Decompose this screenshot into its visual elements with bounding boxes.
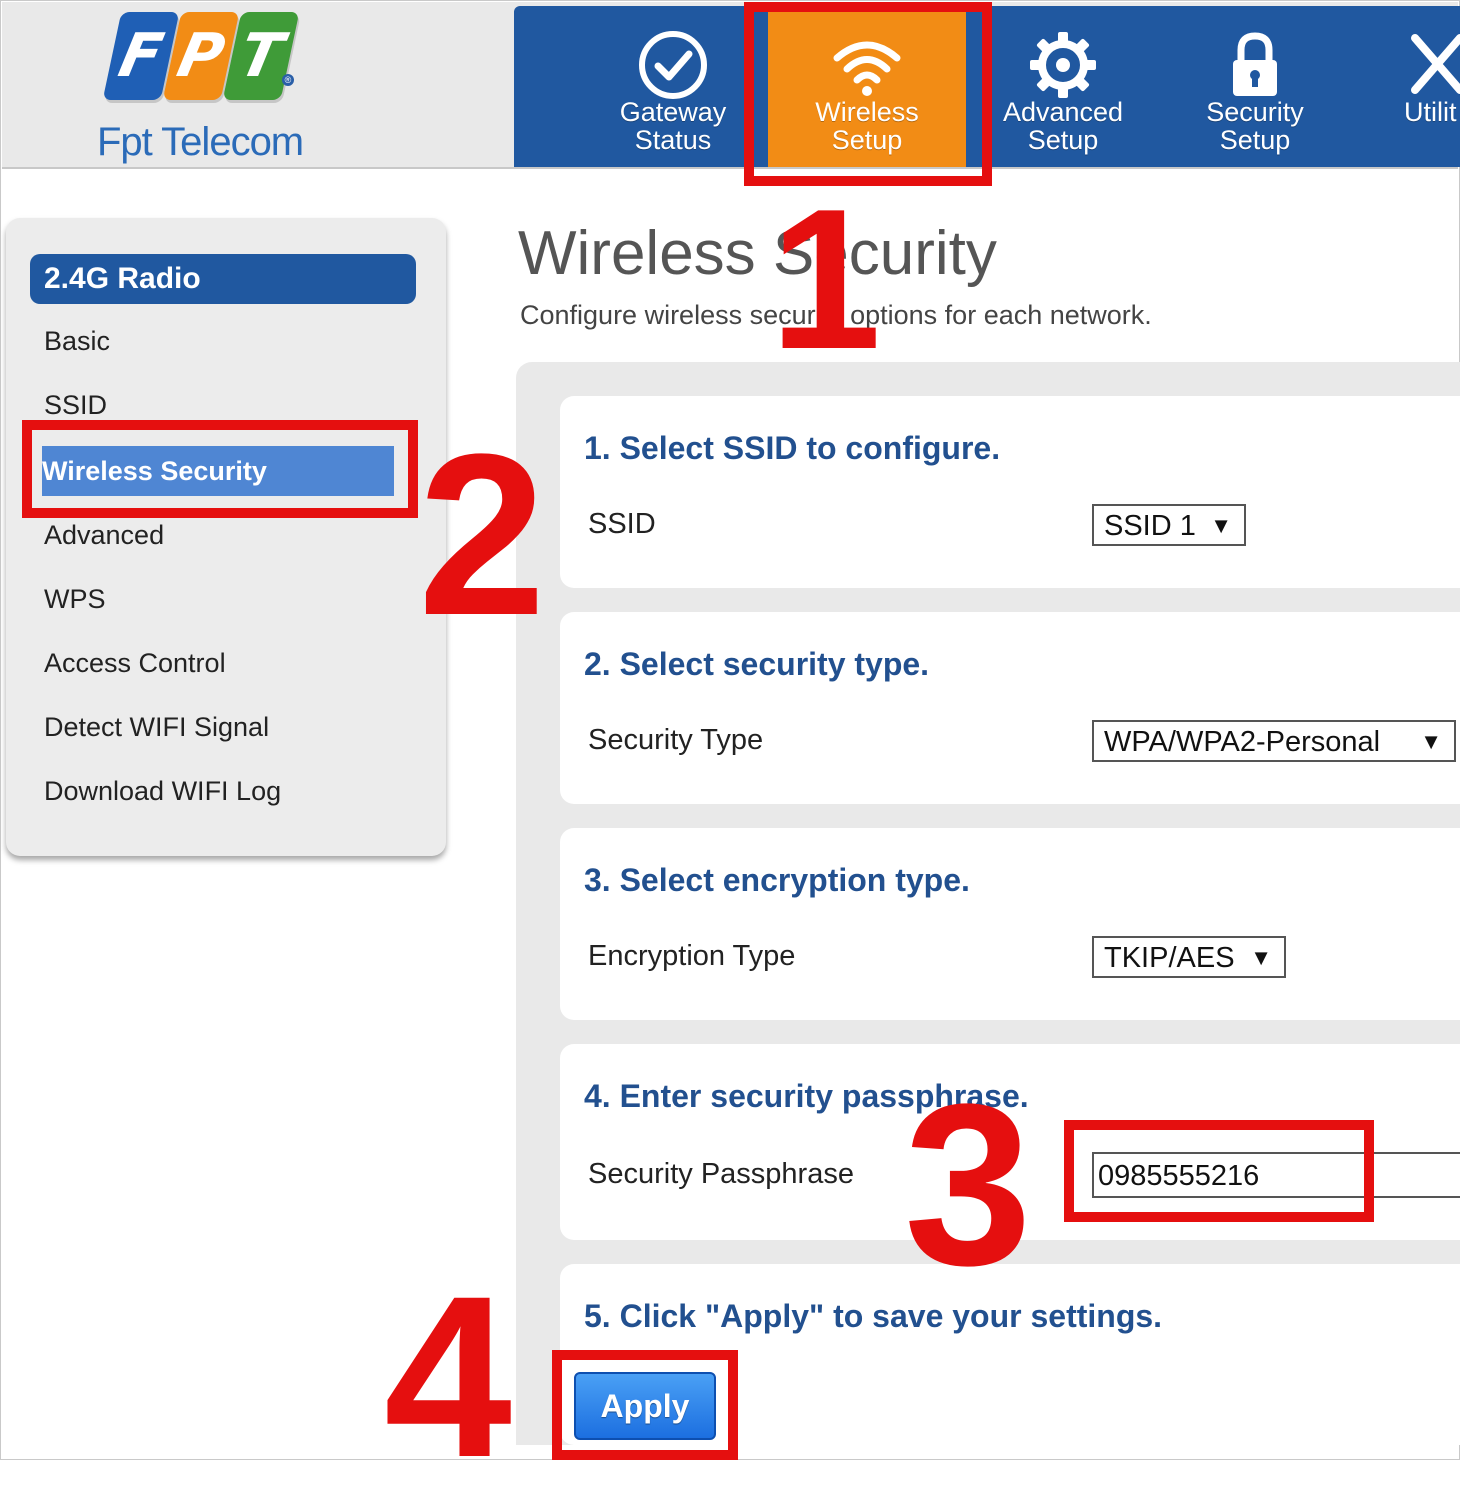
- annotation-number-1: 1: [770, 168, 882, 391]
- ssid-select[interactable]: SSID 1 ▼: [1092, 504, 1246, 546]
- sidebar-item-detect-wifi-signal[interactable]: Detect WIFI Signal: [44, 712, 269, 743]
- annotation-box-apply: [552, 1350, 738, 1460]
- step-title: 2. Select security type.: [584, 646, 930, 682]
- chevron-down-icon: ▼: [1210, 513, 1232, 538]
- step-ssid-card: 1. Select SSID to configure. SSID SSID 1…: [560, 396, 1460, 588]
- tab-advanced-setup[interactable]: Advanced Setup: [966, 6, 1160, 167]
- registered-mark-icon: ®: [282, 74, 294, 86]
- step-title: 3. Select encryption type.: [584, 862, 970, 898]
- check-circle-icon: [639, 31, 707, 99]
- tab-security-setup[interactable]: Security Setup: [1160, 6, 1350, 167]
- tab-gateway-status[interactable]: Gateway Status: [578, 6, 768, 167]
- tab-label: Advanced Setup: [1002, 97, 1124, 155]
- encryption-type-value: TKIP/AES: [1104, 942, 1235, 974]
- annotation-box-wireless-security: [22, 420, 418, 518]
- security-type-label: Security Type: [588, 724, 764, 756]
- sidebar: 2.4G Radio Basic SSID Wireless Security …: [6, 218, 446, 856]
- tab-label: Gateway Status: [619, 97, 727, 155]
- ssid-select-value: SSID 1: [1104, 510, 1196, 542]
- lock-icon: [1233, 32, 1277, 96]
- step-title: 5. Click "Apply" to save your settings.: [584, 1298, 1163, 1334]
- fpt-logo: F P T ®: [102, 12, 302, 112]
- annotation-number-4: 4: [384, 1248, 512, 1505]
- sidebar-item-access-control[interactable]: Access Control: [44, 648, 226, 679]
- annotation-number-3: 3: [904, 1056, 1032, 1313]
- sidebar-item-advanced[interactable]: Advanced: [44, 520, 164, 551]
- page-title: Wireless Security: [518, 219, 997, 288]
- chevron-down-icon: ▼: [1420, 729, 1442, 754]
- annotation-box-wireless-setup: [744, 2, 992, 186]
- sidebar-item-wps[interactable]: WPS: [44, 584, 106, 615]
- tools-icon: [1411, 34, 1460, 94]
- gear-icon: [1030, 32, 1096, 98]
- chevron-down-icon: ▼: [1250, 945, 1272, 970]
- annotation-box-passphrase: [1064, 1120, 1374, 1222]
- ssid-label: SSID: [588, 508, 656, 540]
- sidebar-item-basic[interactable]: Basic: [44, 326, 110, 357]
- passphrase-label: Security Passphrase: [588, 1158, 854, 1190]
- step-title: 1. Select SSID to configure.: [584, 430, 1001, 466]
- step-encryption-card: 3. Select encryption type. Encryption Ty…: [560, 828, 1460, 1020]
- security-type-value: WPA/WPA2-Personal: [1104, 726, 1381, 758]
- encryption-type-label: Encryption Type: [588, 940, 796, 972]
- sidebar-item-download-wifi-log[interactable]: Download WIFI Log: [44, 776, 281, 807]
- security-type-select[interactable]: WPA/WPA2-Personal ▼: [1092, 720, 1456, 762]
- tab-label: Utilit: [1404, 97, 1457, 127]
- brand-name: Fpt Telecom: [97, 120, 304, 164]
- annotation-number-2: 2: [418, 406, 546, 663]
- tab-utilities[interactable]: Utilit: [1350, 6, 1460, 167]
- sidebar-header[interactable]: 2.4G Radio: [30, 254, 416, 304]
- sidebar-item-ssid[interactable]: SSID: [44, 390, 107, 421]
- step-security-card: 2. Select security type. Security Type W…: [560, 612, 1460, 804]
- tab-label: Security Setup: [1206, 97, 1304, 155]
- encryption-type-select[interactable]: TKIP/AES ▼: [1092, 936, 1286, 978]
